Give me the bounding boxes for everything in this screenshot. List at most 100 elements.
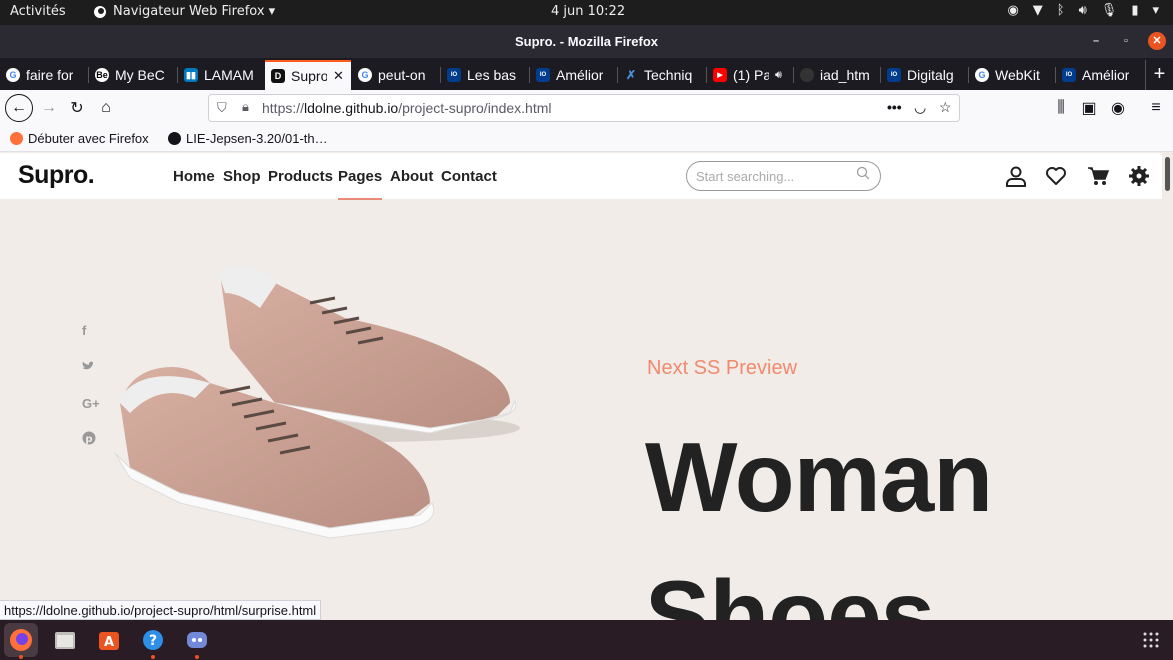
search-input[interactable]: Start searching... bbox=[686, 161, 881, 191]
tab[interactable]: IO Digitalg bbox=[881, 60, 968, 90]
nav-contact[interactable]: Contact bbox=[441, 168, 497, 185]
discord-tray-icon[interactable]: ◉ bbox=[1007, 3, 1018, 18]
tab-label: Amélior bbox=[1082, 67, 1130, 83]
youtube-icon: ▶ bbox=[713, 68, 727, 82]
dock: A ? bbox=[0, 620, 1173, 660]
google-icon: G bbox=[6, 68, 20, 82]
x-icon: ✗ bbox=[625, 68, 637, 82]
nav-about[interactable]: About bbox=[390, 168, 433, 185]
nav-products[interactable]: Products bbox=[268, 168, 333, 185]
page-actions-icon[interactable]: ••• bbox=[887, 99, 902, 115]
minimize-button[interactable]: – bbox=[1087, 32, 1105, 50]
show-applications-icon[interactable] bbox=[1143, 632, 1159, 648]
tab[interactable]: G WebKit bbox=[969, 60, 1055, 90]
close-window-button[interactable]: ✕ bbox=[1148, 32, 1166, 50]
search-icon[interactable] bbox=[856, 166, 870, 180]
hero-headline: Woman Shoes bbox=[645, 408, 993, 620]
site-header: Supro. Home Shop Products Pages About Co… bbox=[0, 153, 1162, 200]
url-text[interactable]: https://ldolne.github.io/project-supro/i… bbox=[262, 100, 552, 116]
nav-pages[interactable]: Pages bbox=[338, 168, 383, 200]
tab-active[interactable]: D Supro ✕ bbox=[265, 60, 351, 90]
library-icon[interactable]: ⫼ bbox=[1048, 95, 1074, 121]
tab-label: WebKit bbox=[995, 67, 1040, 83]
nav-shop[interactable]: Shop bbox=[223, 168, 261, 185]
reload-button[interactable]: ↻ bbox=[64, 95, 90, 121]
tab[interactable]: IO Les bas bbox=[441, 60, 529, 90]
bluetooth-icon: ᛒ bbox=[1056, 3, 1065, 18]
chevron-down-icon: ▾ bbox=[1152, 3, 1159, 18]
sidebar-icon[interactable]: ▣ bbox=[1076, 95, 1102, 121]
twitter-icon[interactable] bbox=[82, 360, 96, 375]
lock-icon[interactable]: 🔒︎ bbox=[242, 99, 249, 115]
page-scrollbar[interactable] bbox=[1162, 153, 1173, 620]
pinterest-icon[interactable]: p bbox=[82, 431, 96, 448]
tab-label: LAMAM bbox=[204, 67, 254, 83]
menu-icon[interactable]: ≡ bbox=[1143, 95, 1169, 121]
microphone-icon: 🎙︎ bbox=[1100, 3, 1118, 18]
trello-icon: ▮▮ bbox=[184, 68, 198, 82]
help-dock-icon[interactable]: ? bbox=[136, 623, 170, 659]
system-tray[interactable]: ◉ ▼ ᛒ 🔊︎ 🎙︎ ▮ ▾ bbox=[1007, 3, 1159, 18]
new-tab-button[interactable]: + bbox=[1145, 60, 1173, 90]
firefox-dock-icon[interactable] bbox=[4, 623, 38, 659]
home-button[interactable]: ⌂ bbox=[93, 95, 119, 121]
clock[interactable]: 4 jun 10:22 bbox=[551, 4, 625, 19]
firefox-icon bbox=[10, 132, 23, 145]
user-icon[interactable] bbox=[1005, 165, 1027, 187]
close-tab-icon[interactable]: ✕ bbox=[333, 68, 344, 84]
tab[interactable]: IO Amélior bbox=[1056, 60, 1144, 90]
tab[interactable]: ✗ Techniq bbox=[618, 60, 706, 90]
svg-text:?: ? bbox=[149, 633, 157, 649]
tab-label: (1) Pa bbox=[733, 67, 769, 83]
d-icon: D bbox=[271, 69, 285, 83]
software-center-dock-icon[interactable]: A bbox=[92, 623, 126, 657]
address-bar[interactable]: ⛉ 🔒︎ https://ldolne.github.io/project-su… bbox=[208, 94, 960, 122]
tab[interactable]: Gpeut-on bbox=[352, 60, 440, 90]
bookmark-star-icon[interactable]: ☆ bbox=[939, 99, 952, 116]
volume-icon: 🔊︎ bbox=[1078, 3, 1087, 18]
gear-icon[interactable] bbox=[1128, 165, 1150, 187]
behance-icon: Be bbox=[95, 68, 109, 82]
bookmark-item[interactable]: Débuter avec Firefox bbox=[10, 131, 149, 146]
tab[interactable]: iad_htm bbox=[794, 60, 880, 90]
bookmarks-toolbar: Débuter avec Firefox LIE-Jepsen-3.20/01-… bbox=[0, 125, 1173, 152]
facebook-icon[interactable]: f bbox=[82, 323, 86, 338]
window-title: Supro. - Mozilla Firefox bbox=[514, 34, 658, 49]
cart-icon[interactable] bbox=[1087, 165, 1109, 187]
ionos-icon: IO bbox=[536, 68, 550, 82]
tab[interactable]: ▮▮ LAMAM bbox=[178, 60, 264, 90]
tab[interactable]: Be My BeC bbox=[89, 60, 177, 90]
scrollbar-thumb[interactable] bbox=[1165, 157, 1170, 191]
tab[interactable]: ▶ (1) Pa 🔊︎ bbox=[707, 60, 793, 90]
app-menu[interactable]: Navigateur Web Firefox ▾ bbox=[93, 4, 275, 19]
wifi-icon: ▼ bbox=[1032, 3, 1043, 18]
tab-label: faire for bbox=[26, 67, 74, 83]
search-placeholder: Start searching... bbox=[696, 169, 795, 184]
bookmark-label: LIE-Jepsen-3.20/01-th… bbox=[186, 131, 328, 146]
google-icon: G bbox=[975, 68, 989, 82]
svg-text:A: A bbox=[104, 635, 114, 650]
speaker-icon[interactable]: 🔊︎ bbox=[775, 69, 782, 82]
tab[interactable]: Gfaire for bbox=[0, 60, 88, 90]
ionos-icon: IO bbox=[887, 68, 901, 82]
site-logo[interactable]: Supro. bbox=[18, 161, 95, 190]
forward-button[interactable]: → bbox=[36, 95, 62, 121]
discord-dock-icon[interactable] bbox=[180, 623, 214, 659]
bookmark-item[interactable]: LIE-Jepsen-3.20/01-th… bbox=[168, 131, 328, 146]
tab-label: My BeC bbox=[115, 67, 165, 83]
maximize-button[interactable]: ▫ bbox=[1117, 32, 1135, 50]
pocket-icon[interactable]: ◡ bbox=[914, 99, 926, 116]
headline-line-2: Shoes bbox=[645, 560, 935, 620]
account-icon[interactable]: ◉ bbox=[1105, 95, 1131, 121]
nav-home[interactable]: Home bbox=[173, 168, 215, 185]
files-dock-icon[interactable] bbox=[48, 623, 82, 657]
activities-button[interactable]: Activités bbox=[10, 4, 66, 19]
web-page: Supro. Home Shop Products Pages About Co… bbox=[0, 153, 1162, 620]
headline-line-1: Woman bbox=[645, 422, 993, 532]
tab[interactable]: IO Amélior bbox=[530, 60, 617, 90]
back-button[interactable]: ← bbox=[5, 94, 33, 122]
google-plus-icon[interactable]: G+ bbox=[82, 396, 100, 411]
app-menu-label: Navigateur Web Firefox ▾ bbox=[113, 4, 276, 19]
shield-icon[interactable]: ⛉ bbox=[217, 100, 227, 116]
heart-icon[interactable] bbox=[1045, 165, 1067, 187]
